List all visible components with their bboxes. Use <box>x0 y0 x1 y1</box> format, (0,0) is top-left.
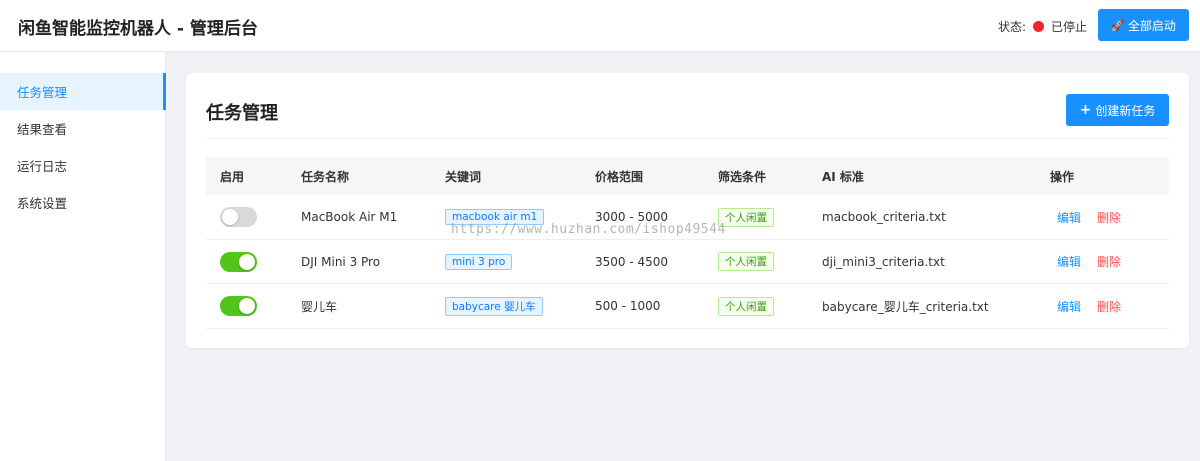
enable-toggle[interactable] <box>220 251 257 272</box>
sidebar-item-tasks[interactable]: 任务管理 <box>0 73 166 110</box>
enable-toggle[interactable] <box>220 207 257 227</box>
app-title: 闲鱼智能监控机器人 - 管理后台 <box>18 19 258 39</box>
column-header-ai-criteria: AI 标准 <box>822 169 864 184</box>
filter-cell: 个人闲置 <box>718 284 774 328</box>
edit-link[interactable]: 编辑 <box>1057 253 1081 270</box>
column-header-enabled: 启用 <box>220 169 245 184</box>
price-range: 3500 - 4500 <box>595 254 669 269</box>
table-row: MacBook Air M1 macbook air m1 3000 - 500… <box>206 195 1169 240</box>
filter-cell: 个人闲置 <box>718 195 774 239</box>
task-table: 启用 任务名称 关键词 价格范围 筛选条件 AI 标准 操作 MacBook A… <box>206 157 1169 329</box>
filter-tag: 个人闲置 <box>718 296 774 316</box>
toggle-knob <box>222 209 238 225</box>
sidebar-item-label: 任务管理 <box>17 85 68 100</box>
column-header-keyword: 关键词 <box>445 169 482 184</box>
sidebar-item-label: 运行日志 <box>17 159 68 174</box>
divider <box>206 138 1169 139</box>
column-header-filter: 筛选条件 <box>718 169 767 184</box>
status-dot-icon <box>1033 21 1045 32</box>
status-indicator: 状态: 已停止 <box>998 18 1087 35</box>
page-title: 任务管理 <box>206 103 278 124</box>
enable-cell <box>220 240 257 284</box>
ai-criteria: babycare_婴儿车_criteria.txt <box>822 299 989 314</box>
plus-icon: + <box>1079 102 1092 118</box>
sidebar-item-results[interactable]: 结果查看 <box>0 110 166 147</box>
status-label: 状态: <box>998 20 1027 34</box>
top-header: 闲鱼智能监控机器人 - 管理后台 状态: 已停止 🚀 全部启动 <box>0 0 1200 52</box>
start-all-label: 全部启动 <box>1127 18 1176 33</box>
task-name: 婴儿车 <box>301 299 338 314</box>
status-value: 已停止 <box>1051 20 1088 34</box>
delete-link[interactable]: 删除 <box>1097 209 1121 226</box>
create-task-label: 创建新任务 <box>1095 103 1156 118</box>
sidebar-item-settings[interactable]: 系统设置 <box>0 184 166 221</box>
filter-cell: 个人闲置 <box>718 240 774 284</box>
enable-cell <box>220 195 257 239</box>
create-task-button[interactable]: + 创建新任务 <box>1066 94 1169 126</box>
column-header-price: 价格范围 <box>595 169 644 184</box>
ai-criteria: macbook_criteria.txt <box>822 210 946 224</box>
table-header: 启用 任务名称 关键词 价格范围 筛选条件 AI 标准 操作 <box>206 157 1169 195</box>
edit-link[interactable]: 编辑 <box>1057 298 1081 315</box>
task-name: DJI Mini 3 Pro <box>301 254 381 269</box>
delete-link[interactable]: 删除 <box>1097 253 1121 270</box>
column-header-actions: 操作 <box>1050 169 1075 184</box>
actions-cell: 编辑 删除 <box>1057 284 1121 328</box>
price-range: 500 - 1000 <box>595 299 661 313</box>
sidebar-item-label: 结果查看 <box>17 122 68 137</box>
edit-link[interactable]: 编辑 <box>1057 209 1081 226</box>
keyword-cell: babycare 婴儿车 <box>445 284 543 328</box>
table-row: DJI Mini 3 Pro mini 3 pro 3500 - 4500 个人… <box>206 240 1169 284</box>
keyword-cell: macbook air m1 <box>445 195 545 239</box>
actions-cell: 编辑 删除 <box>1057 195 1121 239</box>
sidebar-item-label: 系统设置 <box>17 196 68 211</box>
keyword-cell: mini 3 pro <box>445 240 513 284</box>
rocket-icon: 🚀 <box>1111 18 1125 32</box>
price-range: 3000 - 5000 <box>595 210 669 224</box>
delete-link[interactable]: 删除 <box>1097 298 1121 315</box>
task-name: MacBook Air M1 <box>301 210 398 224</box>
task-management-card: 任务管理 + 创建新任务 启用 任务名称 关键词 价格范围 筛选条件 AI 标准… <box>186 73 1189 348</box>
filter-tag: 个人闲置 <box>718 207 774 227</box>
actions-cell: 编辑 删除 <box>1057 240 1121 284</box>
start-all-button[interactable]: 🚀 全部启动 <box>1098 9 1189 41</box>
sidebar: 任务管理 结果查看 运行日志 系统设置 <box>0 52 166 461</box>
keyword-tag: babycare 婴儿车 <box>445 296 543 316</box>
keyword-tag: macbook air m1 <box>445 209 545 225</box>
filter-tag: 个人闲置 <box>718 252 774 271</box>
ai-criteria: dji_mini3_criteria.txt <box>822 254 945 269</box>
enable-cell <box>220 284 257 328</box>
sidebar-item-logs[interactable]: 运行日志 <box>0 147 166 184</box>
column-header-name: 任务名称 <box>301 169 350 184</box>
enable-toggle[interactable] <box>220 296 257 316</box>
toggle-knob <box>239 298 255 314</box>
table-row: 婴儿车 babycare 婴儿车 500 - 1000 个人闲置 babycar… <box>206 284 1169 329</box>
keyword-tag: mini 3 pro <box>445 253 513 270</box>
toggle-knob <box>239 253 255 270</box>
